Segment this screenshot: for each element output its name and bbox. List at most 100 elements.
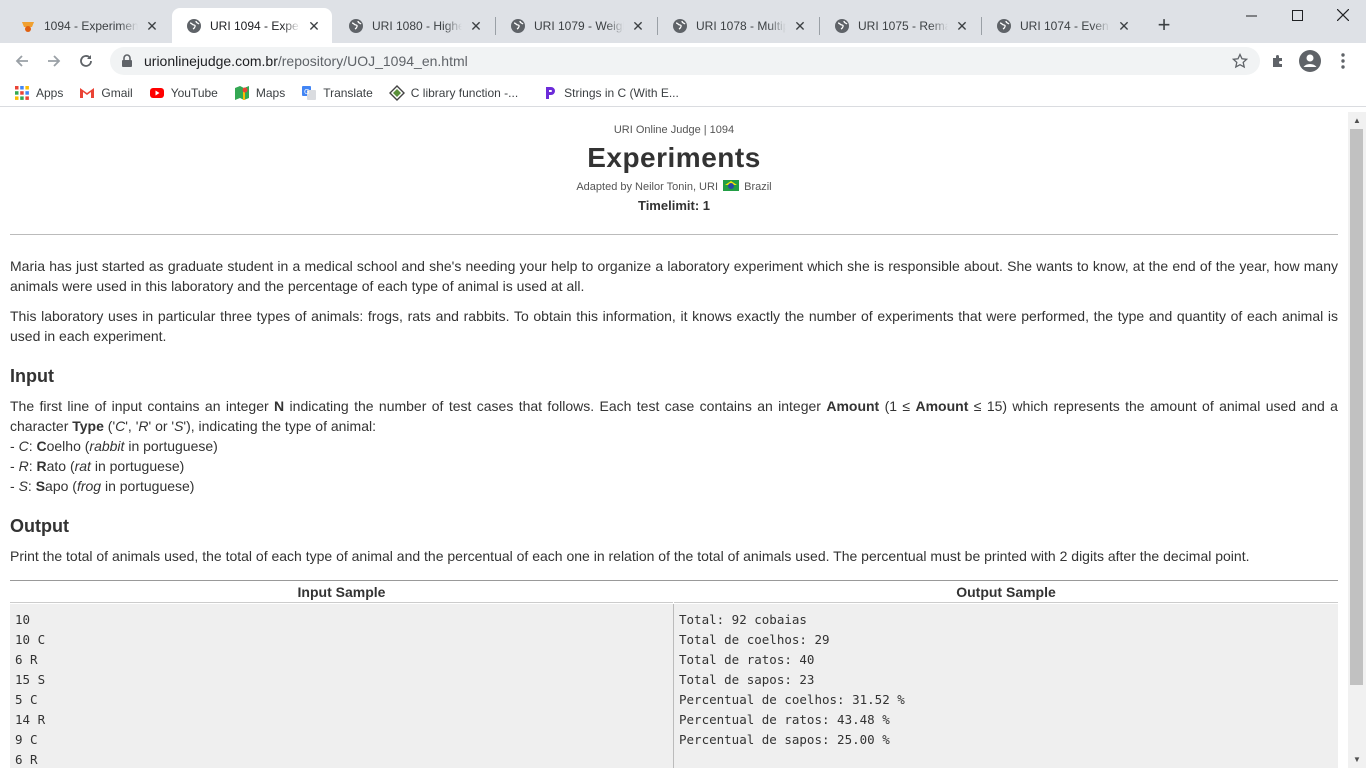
close-icon[interactable]: ✕ — [1116, 18, 1132, 34]
tab-uri-1094[interactable]: URI 1094 - Experin ✕ — [172, 8, 332, 43]
text: in portuguese) — [101, 478, 195, 494]
list-item: - R: Rato (rat in portuguese) — [10, 456, 1338, 476]
text: (1 ≤ — [879, 398, 916, 414]
bookmark-youtube[interactable]: YouTube — [149, 85, 218, 101]
bookmark-apps[interactable]: Apps — [14, 85, 63, 101]
text: R — [138, 418, 149, 434]
sample-line: 6 R — [15, 652, 38, 667]
bookmark-label: Gmail — [101, 85, 133, 100]
input-sample: 10 10 C 6 R 15 S 5 C 14 R 9 C 6 R — [10, 604, 673, 768]
scrollbar-thumb[interactable] — [1350, 129, 1363, 685]
new-tab-button[interactable]: + — [1152, 14, 1176, 38]
adapted-by-text: Adapted by Neilor Tonin, URI — [576, 181, 718, 193]
bookmark-label: YouTube — [170, 85, 218, 100]
text: C — [18, 438, 29, 454]
bookmark-star-icon[interactable] — [1232, 53, 1248, 69]
url-path: /repository/UOJ_1094_en.html — [277, 53, 468, 69]
timelimit: Timelimit: 1 — [637, 198, 710, 213]
list-item: - C: Coelho (rabbit in portuguese) — [10, 436, 1338, 456]
reload-icon — [80, 55, 92, 67]
text: frog — [76, 478, 102, 494]
text: apo ( — [45, 478, 77, 494]
globe-icon — [997, 18, 1011, 33]
close-icon — [1337, 9, 1349, 21]
address-bar[interactable]: urionlinejudge.com.br/repository/UOJ_109… — [110, 47, 1260, 75]
text: oelho ( — [46, 438, 90, 454]
kebab-menu-icon — [1341, 53, 1345, 69]
globe-icon — [835, 18, 849, 33]
bookmark-label: Apps — [36, 85, 64, 100]
input-sample-header: Input Sample — [10, 581, 673, 603]
close-icon[interactable]: ✕ — [954, 18, 970, 34]
scroll-down-arrow-icon[interactable]: ▼ — [1348, 751, 1366, 768]
gmail-icon — [80, 87, 95, 98]
bookmark-maps[interactable]: Maps — [234, 85, 285, 101]
close-icon[interactable]: ✕ — [306, 18, 322, 34]
tab-uri-1075[interactable]: URI 1075 - Remain ✕ — [820, 8, 980, 43]
maximize-icon — [1291, 9, 1303, 21]
text: '), indicating the type of animal: — [183, 418, 376, 434]
tab-uri-1080[interactable]: URI 1080 - Highes ✕ — [334, 8, 494, 43]
maps-icon — [234, 85, 249, 100]
globe-icon — [349, 18, 363, 33]
reload-button[interactable] — [72, 47, 100, 75]
programiz-icon — [546, 86, 556, 99]
text: Amount — [826, 398, 880, 414]
text: S — [35, 478, 46, 494]
tab-uri-1079[interactable]: URI 1079 - Weight ✕ — [496, 8, 656, 43]
tab-uri-1074[interactable]: URI 1074 - Even o ✕ — [982, 8, 1142, 43]
text: R — [36, 458, 47, 474]
sample-line: Total de sapos: 23 — [679, 672, 815, 687]
bookmark-gmail[interactable]: Gmail — [79, 85, 133, 101]
minimize-icon — [1245, 15, 1257, 16]
bookmark-strings-in-c[interactable]: Strings in C (With E... — [542, 85, 679, 101]
minimize-button[interactable] — [1228, 0, 1274, 30]
close-icon[interactable]: ✕ — [468, 18, 484, 34]
bookmark-label: Maps — [255, 85, 286, 100]
sample-line: Percentual de ratos: 43.48 % — [679, 712, 890, 727]
tab-1094-experiments[interactable]: 1094 - Experiment ✕ — [6, 8, 170, 43]
globe-icon — [187, 18, 201, 33]
close-icon[interactable]: ✕ — [792, 18, 808, 34]
sample-line: Total de coelhos: 29 — [679, 632, 830, 647]
bookmark-c-library[interactable]: C library function -... — [388, 84, 519, 101]
text: Type — [72, 418, 104, 434]
text: - — [10, 478, 19, 494]
maximize-button[interactable] — [1274, 0, 1320, 30]
scroll-up-arrow-icon[interactable]: ▲ — [1348, 112, 1366, 129]
text: S — [18, 478, 28, 494]
adapted-by: Adapted by Neilor Tonin, URI Brazil — [0, 180, 1348, 193]
tab-title: URI 1078 - Multipl — [696, 18, 786, 33]
text: in portuguese) — [90, 458, 185, 474]
close-icon[interactable]: ✕ — [630, 18, 646, 34]
text: : — [27, 478, 36, 494]
input-description: The first line of input contains an inte… — [10, 396, 1338, 436]
tab-uri-1078[interactable]: URI 1078 - Multipl ✕ — [658, 8, 818, 43]
sample-line: 5 C — [15, 692, 38, 707]
animal-list: - C: Coelho (rabbit in portuguese) - R: … — [10, 436, 1338, 496]
arrow-left-icon — [15, 55, 28, 67]
menu-button[interactable] — [1329, 47, 1357, 75]
url-host: urionlinejudge.com.br — [144, 53, 278, 69]
apps-grid-icon — [15, 85, 29, 100]
text: ' or ' — [148, 418, 175, 434]
diamond-icon — [388, 84, 405, 101]
country-text: Brazil — [744, 181, 772, 193]
page-content: URI Online Judge | 1094 Experiments Adap… — [0, 112, 1348, 768]
brazil-flag-icon — [723, 180, 740, 191]
sample-line: Percentual de sapos: 25.00 % — [679, 732, 890, 747]
bookmark-translate[interactable]: G Translate — [301, 85, 373, 101]
tab-strip: 1094 - Experiment ✕ URI 1094 - Experin ✕… — [0, 0, 1366, 43]
close-window-button[interactable] — [1320, 0, 1366, 30]
extensions-button[interactable] — [1264, 47, 1292, 75]
profile-button[interactable] — [1296, 47, 1324, 75]
sample-line: 10 — [15, 612, 31, 627]
text: rat — [74, 458, 91, 474]
tab-title: URI 1094 - Experin — [210, 18, 300, 33]
bookmark-label: C library function -... — [410, 85, 519, 100]
forward-button[interactable] — [40, 47, 68, 75]
page-scrollbar[interactable]: ▲ ▼ — [1348, 112, 1366, 768]
close-icon[interactable]: ✕ — [144, 18, 160, 34]
text: (' — [103, 418, 116, 434]
back-button[interactable] — [8, 47, 36, 75]
